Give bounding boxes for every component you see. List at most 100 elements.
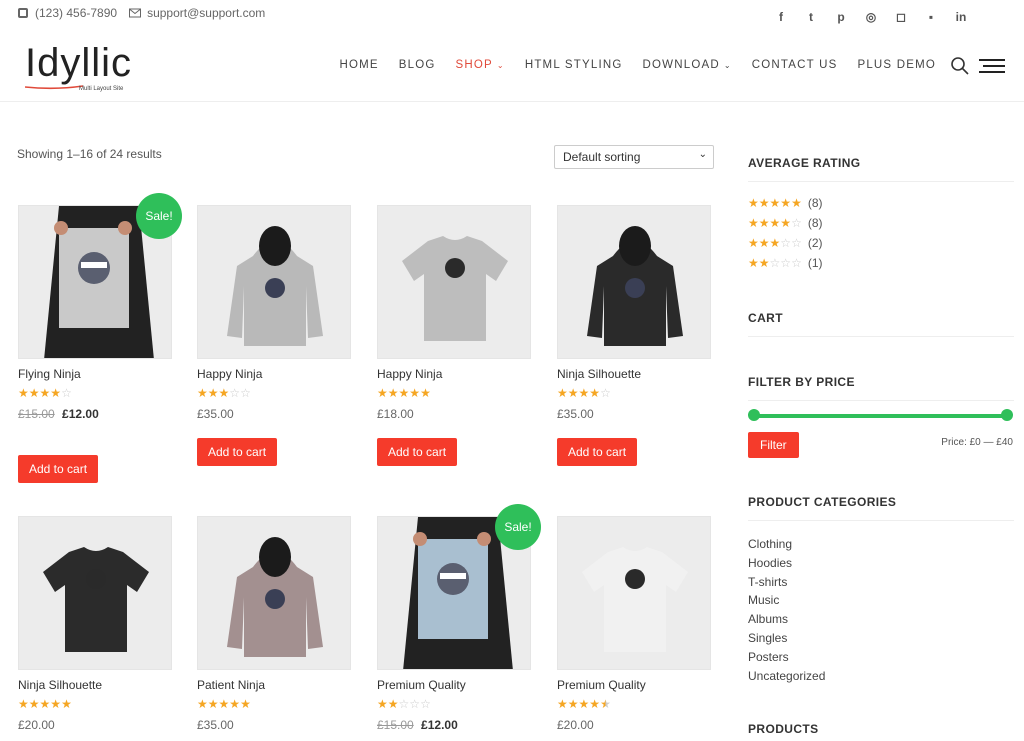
category-link[interactable]: Hoodies: [748, 556, 792, 570]
divider: [748, 400, 1014, 401]
product-price: £20.00: [18, 718, 172, 732]
instagram-icon[interactable]: ◻: [886, 10, 916, 24]
product-name[interactable]: Ninja Silhouette: [18, 678, 172, 692]
product-price: £15.00 £12.00: [18, 407, 172, 421]
product-image[interactable]: [557, 516, 711, 670]
product-name[interactable]: Happy Ninja: [377, 367, 531, 381]
price-slider-max-handle[interactable]: [1001, 409, 1013, 421]
product-image[interactable]: [557, 205, 711, 359]
chevron-down-icon: ⌄: [698, 149, 707, 160]
linkedin-icon[interactable]: in: [946, 10, 976, 24]
divider: [748, 520, 1014, 521]
pinterest-icon[interactable]: p: [826, 10, 856, 24]
current-price: £12.00: [62, 407, 99, 421]
product-image[interactable]: [197, 205, 351, 359]
add-to-cart-button[interactable]: Add to cart: [18, 455, 99, 483]
nav-download-label: DOWNLOAD: [642, 59, 720, 71]
sale-badge: Sale!: [136, 193, 182, 239]
product-price: £15.00 £12.00: [377, 718, 531, 732]
email-link[interactable]: support@support.com: [147, 6, 265, 20]
current-price: £18.00: [377, 407, 414, 421]
price-slider-min-handle[interactable]: [748, 409, 760, 421]
nav-plus-demo[interactable]: PLUS DEMO: [857, 59, 936, 71]
product-price: £20.00: [557, 718, 711, 732]
chevron-down-icon: ⌄: [496, 60, 505, 70]
product-image[interactable]: [197, 516, 351, 670]
product-rating: ★★★★★: [197, 697, 251, 711]
hamburger-menu-icon[interactable]: [979, 58, 1005, 74]
add-to-cart-button[interactable]: Add to cart: [197, 438, 278, 466]
sale-badge: Sale!: [495, 504, 541, 550]
product-rating: ★★★★☆: [557, 386, 611, 400]
search-icon[interactable]: [950, 56, 970, 76]
product-name[interactable]: Happy Ninja: [197, 367, 351, 381]
nav-html-styling[interactable]: HTML STYLING: [525, 59, 623, 71]
category-link[interactable]: Singles: [748, 631, 787, 645]
nav-shop[interactable]: SHOP ⌄: [456, 59, 505, 71]
product-price: £35.00: [557, 407, 711, 421]
product-card[interactable]: Happy Ninja ★★★★★ £18.00: [377, 205, 531, 421]
product-card[interactable]: Premium Quality ★★☆☆☆ £15.00 £12.00: [377, 516, 531, 732]
product-card[interactable]: Patient Ninja ★★★★★ £35.00: [197, 516, 351, 732]
product-card[interactable]: Ninja Silhouette ★★★★☆ £35.00: [557, 205, 711, 421]
price-slider-track[interactable]: [752, 414, 1008, 418]
nav-html-styling-label: HTML STYLING: [524, 59, 623, 71]
twitter-icon[interactable]: t: [796, 10, 826, 24]
product-name[interactable]: Premium Quality: [377, 678, 531, 692]
rating-stars: ★★★☆☆: [748, 236, 802, 250]
nav-home[interactable]: HOME: [339, 59, 378, 71]
contact-info: (123) 456-7890 support@support.com: [17, 6, 265, 20]
facebook-icon[interactable]: f: [766, 10, 796, 24]
product-card[interactable]: Flying Ninja ★★★★☆ £15.00 £12.00: [18, 205, 172, 421]
filter-price-title: FILTER BY PRICE: [748, 375, 855, 389]
product-rating: ★★★★★: [377, 386, 431, 400]
site-header: Idyllic Multi Layout Site HOME BLOG SHOP…: [0, 32, 1024, 102]
product-price: £35.00: [197, 407, 351, 421]
cart-title: CART: [748, 311, 783, 325]
add-to-cart-button[interactable]: Add to cart: [557, 438, 638, 466]
rating-filter-item[interactable]: ★★☆☆☆ (1): [748, 256, 823, 270]
rating-filter-item[interactable]: ★★★★☆ (8): [748, 216, 823, 230]
rating-count: (1): [807, 256, 823, 270]
site-logo[interactable]: Idyllic Multi Layout Site: [25, 40, 133, 92]
current-price: £35.00: [557, 407, 594, 421]
mail-icon: [129, 8, 142, 18]
nav-blog[interactable]: BLOG: [399, 59, 436, 71]
products-title: PRODUCTS: [748, 722, 819, 736]
product-name[interactable]: Flying Ninja: [18, 367, 172, 381]
nav-blog-label: BLOG: [398, 59, 436, 71]
category-link[interactable]: T-shirts: [748, 575, 787, 589]
logo-text: Idyllic: [25, 41, 133, 85]
rating-count: (8): [807, 196, 823, 210]
category-link[interactable]: Music: [748, 593, 779, 607]
rating-filter-item[interactable]: ★★★★★ (8): [748, 196, 823, 210]
main-nav: HOME BLOG SHOP ⌄ HTML STYLING DOWNLOAD ⌄ C…: [319, 59, 936, 71]
product-card[interactable]: Ninja Silhouette ★★★★★ £20.00: [18, 516, 172, 732]
product-name[interactable]: Premium Quality: [557, 678, 711, 692]
sort-select[interactable]: Default sorting ⌄: [554, 145, 714, 169]
flickr-icon[interactable]: ▪: [916, 10, 946, 24]
old-price: £15.00: [377, 718, 414, 732]
category-link[interactable]: Posters: [748, 650, 789, 664]
product-image[interactable]: [377, 205, 531, 359]
filter-button[interactable]: Filter: [748, 432, 799, 458]
product-image[interactable]: [18, 516, 172, 670]
nav-contact-us[interactable]: CONTACT US: [752, 59, 838, 71]
dribbble-icon[interactable]: ◎: [856, 10, 886, 24]
old-price: £15.00: [18, 407, 55, 421]
rating-filter-item[interactable]: ★★★☆☆ (2): [748, 236, 823, 250]
product-name[interactable]: Patient Ninja: [197, 678, 351, 692]
category-link[interactable]: Albums: [748, 612, 788, 626]
product-rating: ★★☆☆☆: [377, 697, 431, 711]
product-card[interactable]: Happy Ninja ★★★☆☆ £35.00: [197, 205, 351, 421]
product-name[interactable]: Ninja Silhouette: [557, 367, 711, 381]
phone-icon: [18, 8, 28, 18]
nav-download[interactable]: DOWNLOAD ⌄: [643, 59, 732, 71]
add-to-cart-button[interactable]: Add to cart: [377, 438, 458, 466]
rating-stars: ★★★★★: [748, 196, 802, 210]
product-card[interactable]: Premium Quality ★★★★★ £20.00: [557, 516, 711, 732]
category-link[interactable]: Clothing: [748, 537, 792, 551]
category-link[interactable]: Uncategorized: [748, 669, 825, 683]
sort-value: Default sorting: [563, 150, 641, 164]
nav-shop-label: SHOP: [455, 59, 493, 71]
